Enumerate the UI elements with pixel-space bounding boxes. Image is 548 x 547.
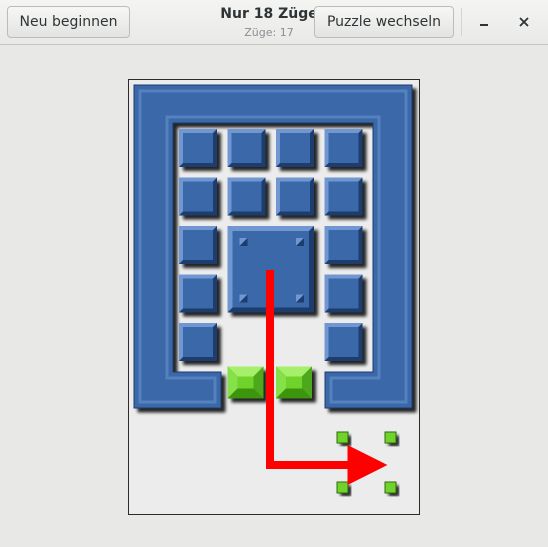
small-block[interactable] bbox=[179, 226, 217, 264]
puzzle-board[interactable] bbox=[128, 79, 420, 515]
small-block[interactable] bbox=[179, 274, 217, 313]
small-block[interactable] bbox=[227, 177, 266, 216]
target-marker bbox=[384, 431, 397, 444]
green-block[interactable] bbox=[276, 366, 312, 399]
header-bar: Neu beginnen Nur 18 Züge Züge: 17 Puzzle… bbox=[0, 0, 548, 45]
change-puzzle-button[interactable]: Puzzle wechseln bbox=[314, 6, 454, 38]
header-separator bbox=[461, 8, 462, 36]
puzzle-canvas[interactable] bbox=[129, 80, 419, 514]
target-marker bbox=[384, 481, 397, 494]
small-block[interactable] bbox=[276, 177, 314, 216]
close-icon[interactable] bbox=[512, 10, 536, 34]
restart-button[interactable]: Neu beginnen bbox=[7, 6, 130, 38]
target-marker bbox=[336, 481, 349, 494]
target-marker bbox=[336, 431, 349, 444]
minimize-icon[interactable] bbox=[472, 10, 496, 34]
small-block[interactable] bbox=[179, 177, 217, 216]
small-block[interactable] bbox=[324, 129, 363, 167]
small-block[interactable] bbox=[276, 129, 314, 167]
green-block[interactable] bbox=[227, 366, 264, 399]
small-block[interactable] bbox=[324, 226, 363, 264]
small-block[interactable] bbox=[324, 177, 363, 216]
small-block[interactable] bbox=[179, 323, 217, 361]
small-block[interactable] bbox=[324, 274, 363, 313]
small-block[interactable] bbox=[179, 129, 217, 167]
small-block[interactable] bbox=[324, 323, 363, 361]
small-block[interactable] bbox=[227, 129, 266, 167]
